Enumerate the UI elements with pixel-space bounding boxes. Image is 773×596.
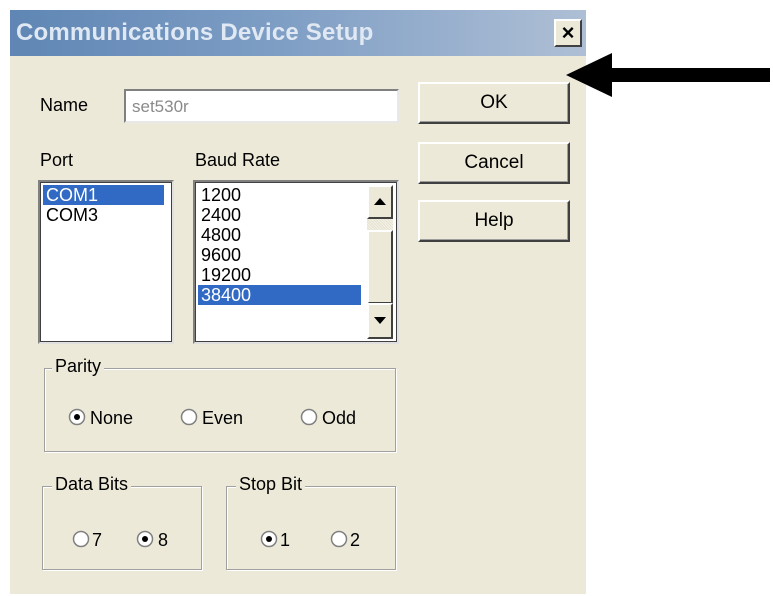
cancel-button[interactable]: Cancel xyxy=(418,142,570,184)
name-input[interactable]: set530r xyxy=(124,89,399,123)
data-bits-group xyxy=(42,486,202,570)
port-listbox[interactable]: COM1 COM3 xyxy=(38,180,174,344)
parity-none-radio[interactable] xyxy=(68,408,86,426)
scroll-down-icon xyxy=(374,317,386,324)
baud-rate-listbox[interactable]: 1200 2400 4800 9600 19200 38400 xyxy=(193,180,399,344)
parity-even-radio[interactable] xyxy=(180,408,198,426)
parity-odd-radio[interactable] xyxy=(300,408,318,426)
close-icon: × xyxy=(561,20,575,45)
scroll-up-button[interactable] xyxy=(367,185,393,219)
stop-bit-2-radio[interactable] xyxy=(330,530,348,548)
parity-odd-label[interactable]: Odd xyxy=(322,408,356,429)
baud-option-selected[interactable]: 38400 xyxy=(198,285,361,305)
baud-rate-label: Baud Rate xyxy=(195,150,281,170)
data-bits-group-title: Data Bits xyxy=(52,474,132,495)
scroll-thumb[interactable] xyxy=(367,230,393,304)
data-bits-8-radio[interactable] xyxy=(136,530,154,548)
stop-bit-group xyxy=(226,486,396,570)
scroll-up-icon xyxy=(374,198,386,205)
help-button[interactable]: Help xyxy=(418,200,570,242)
port-option-com3[interactable]: COM3 xyxy=(43,205,164,225)
ok-button[interactable]: OK xyxy=(418,82,570,124)
stop-bit-group-title: Stop Bit xyxy=(236,474,306,495)
data-bits-7-label[interactable]: 7 xyxy=(92,530,102,551)
baud-option[interactable]: 1200 xyxy=(198,185,361,205)
baud-option[interactable]: 2400 xyxy=(198,205,361,225)
stop-bit-2-label[interactable]: 2 xyxy=(350,530,360,551)
baud-option[interactable]: 9600 xyxy=(198,245,361,265)
name-label: Name xyxy=(40,95,89,115)
dialog-title: Communications Device Setup xyxy=(16,19,374,46)
stop-bit-1-label[interactable]: 1 xyxy=(280,530,290,551)
baud-option[interactable]: 19200 xyxy=(198,265,361,285)
communications-device-setup-dialog: Communications Device Setup × Name set53… xyxy=(10,10,586,594)
close-button[interactable]: × xyxy=(554,19,582,47)
parity-none-label[interactable]: None xyxy=(90,408,133,429)
parity-group-title: Parity xyxy=(52,356,105,377)
port-option-com1[interactable]: COM1 xyxy=(43,185,164,205)
title-bar[interactable]: Communications Device Setup × xyxy=(10,10,586,56)
stop-bit-1-radio[interactable] xyxy=(260,530,278,548)
port-label: Port xyxy=(40,150,74,170)
scroll-down-button[interactable] xyxy=(367,303,393,339)
baud-option[interactable]: 4800 xyxy=(198,225,361,245)
data-bits-8-label[interactable]: 8 xyxy=(158,530,168,551)
arrow-left-icon xyxy=(566,53,770,97)
data-bits-7-radio[interactable] xyxy=(72,530,90,548)
parity-even-label[interactable]: Even xyxy=(202,408,243,429)
